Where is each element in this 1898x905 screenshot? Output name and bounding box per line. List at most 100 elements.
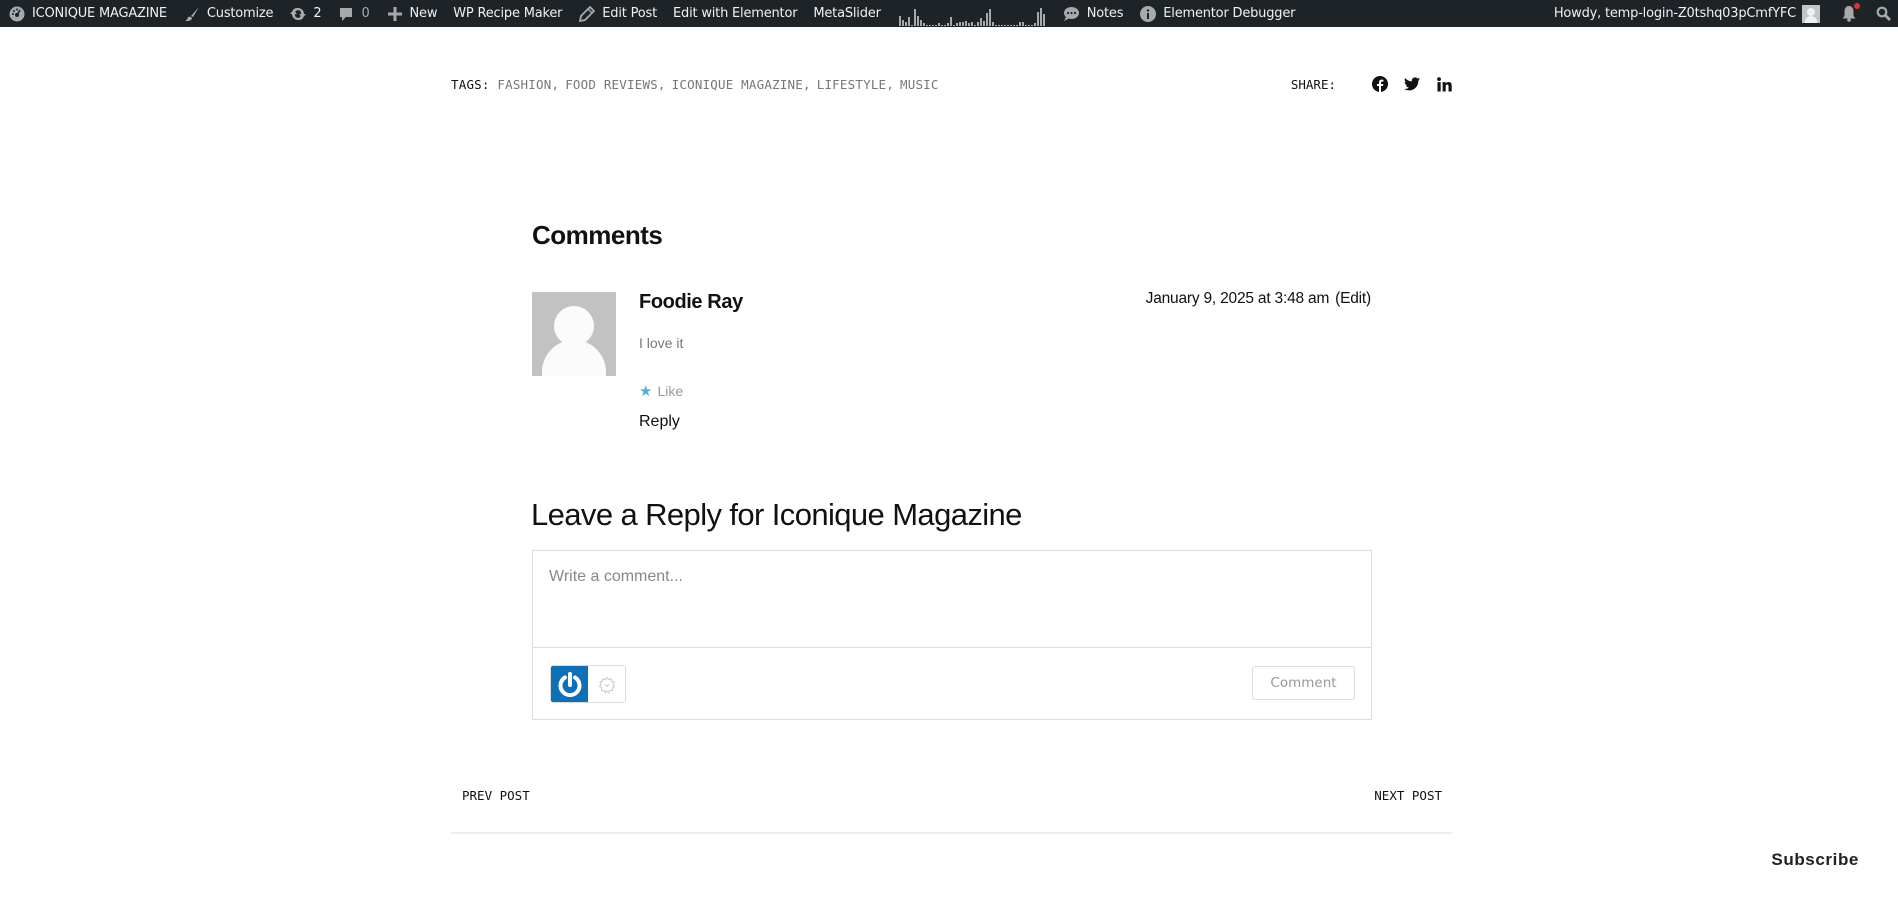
metaslider-label: MetaSlider — [813, 6, 881, 21]
admin-bar-elementor-debugger[interactable]: Elementor Debugger — [1131, 0, 1303, 27]
sparkline-bar — [1021, 21, 1024, 26]
sparkline-bar — [931, 24, 934, 26]
comment-text: I love it — [639, 335, 684, 351]
notes-label: Notes — [1086, 6, 1124, 21]
tag-link[interactable]: FOOD REVIEWS — [565, 77, 658, 92]
plus-icon — [386, 5, 404, 23]
info-icon — [1139, 5, 1157, 23]
tag-link[interactable]: LIFESTYLE — [817, 77, 887, 92]
paintbrush-icon — [183, 5, 201, 23]
settings-button[interactable] — [588, 666, 625, 702]
sparkline-bar — [904, 21, 907, 26]
admin-bar-notes[interactable]: Notes — [1055, 0, 1132, 27]
tag-separator: , — [886, 77, 894, 92]
twitter-icon[interactable] — [1404, 76, 1420, 92]
updates-count: 2 — [313, 6, 322, 21]
tag-link[interactable]: MUSIC — [900, 77, 939, 92]
sparkline-bar — [1024, 24, 1027, 26]
sparkline-bar — [958, 21, 961, 26]
reply-heading: Leave a Reply for Iconique Magazine — [531, 497, 1022, 532]
facebook-icon[interactable] — [1372, 76, 1388, 92]
sparkline-bar — [1042, 13, 1045, 26]
comment-edit-link[interactable]: (Edit) — [1335, 290, 1371, 307]
sparkline-bar — [970, 21, 973, 26]
sparkline-bar — [982, 20, 985, 26]
admin-bar-search[interactable] — [1870, 0, 1898, 27]
admin-bar-comments[interactable]: 0 — [329, 0, 377, 27]
admin-bar-edit-post[interactable]: Edit Post — [570, 0, 665, 27]
wordpress-login-button[interactable] — [551, 666, 588, 702]
sparkline-bar — [949, 16, 952, 26]
admin-bar-notifications[interactable] — [1828, 0, 1870, 27]
sparkline-bar — [1015, 24, 1018, 26]
power-icon — [558, 672, 581, 698]
sparkline-bar — [913, 8, 916, 26]
elementor-debugger-label: Elementor Debugger — [1163, 6, 1296, 21]
linkedin-icon[interactable] — [1436, 76, 1452, 92]
new-label: New — [409, 6, 438, 21]
sparkline-bar — [1012, 24, 1015, 26]
sparkline-bar — [1030, 24, 1033, 26]
howdy-label: Howdy, temp-login-Z0tshq03pCmfYFC — [1553, 6, 1796, 21]
tags-label: TAGS: — [451, 77, 490, 92]
sparkline-bar — [940, 24, 943, 26]
admin-bar-customize[interactable]: Customize — [175, 0, 281, 27]
sparkline-bar — [925, 24, 928, 26]
subscribe-button[interactable]: Subscribe — [1771, 850, 1859, 870]
commenter-avatar — [532, 292, 616, 376]
reply-link[interactable]: Reply — [639, 413, 680, 431]
sparkline-bar — [988, 8, 991, 26]
like-button[interactable]: ★ Like — [639, 382, 683, 400]
admin-bar-new[interactable]: New — [378, 0, 446, 27]
customize-label: Customize — [206, 6, 274, 21]
avatar-body-shape — [542, 340, 606, 376]
sparkline-bar — [898, 15, 901, 26]
share-label: SHARE: — [1290, 76, 1336, 92]
tag-link[interactable]: ICONIQUE MAGAZINE — [672, 77, 803, 92]
notification-dot — [1854, 2, 1860, 9]
tag-link[interactable]: FASHION — [497, 77, 551, 92]
comment-date[interactable]: January 9, 2025 at 3:48 am — [1146, 290, 1330, 307]
comment-meta: January 9, 2025 at 3:48 am (Edit) — [1146, 290, 1372, 308]
bell-icon — [1840, 2, 1860, 23]
admin-bar-wp-recipe-maker[interactable]: WP Recipe Maker — [445, 0, 570, 27]
prev-post-link[interactable]: PREV POST — [462, 788, 530, 803]
admin-bar: ICONIQUE MAGAZINE Customize 2 0 New WP R… — [0, 0, 1898, 27]
comment-form: Comment — [532, 550, 1372, 720]
comment-author[interactable]: Foodie Ray — [639, 291, 743, 314]
post-tags: TAGS: FASHION, FOOD REVIEWS, ICONIQUE MAGA… — [451, 77, 939, 92]
sparkline-bar — [964, 20, 967, 26]
edit-with-elementor-label: Edit with Elementor — [673, 6, 798, 21]
comment-textarea[interactable] — [533, 551, 1371, 648]
search-icon — [1874, 5, 1892, 23]
comment-bubble-icon — [337, 5, 355, 23]
sparkline-bar — [994, 24, 997, 26]
submit-comment-button[interactable]: Comment — [1252, 666, 1355, 700]
sparkline-bar — [991, 21, 994, 26]
sparkline-bar — [979, 17, 982, 26]
admin-bar-updates[interactable]: 2 — [281, 0, 329, 27]
wp-recipe-maker-label: WP Recipe Maker — [453, 6, 563, 21]
sparkline-bar — [901, 19, 904, 26]
admin-bar-metaslider[interactable]: MetaSlider — [805, 0, 888, 27]
tag-separator: , — [803, 77, 811, 92]
comments-heading: Comments — [532, 220, 663, 250]
sparkline-bar — [919, 19, 922, 26]
sparkline-bar — [934, 24, 937, 26]
stats-sparkline[interactable] — [889, 6, 1055, 26]
admin-bar-my-account[interactable]: Howdy, temp-login-Z0tshq03pCmfYFC — [1546, 0, 1828, 27]
admin-bar-site-name[interactable]: ICONIQUE MAGAZINE — [0, 0, 175, 27]
updates-icon — [289, 5, 307, 23]
admin-bar-edit-elementor[interactable]: Edit with Elementor — [665, 0, 805, 27]
sparkline-bar — [916, 15, 919, 26]
dashboard-icon — [8, 5, 26, 23]
sparkline-bar — [952, 24, 955, 26]
sparkline-bar — [1003, 24, 1006, 26]
edit-post-label: Edit Post — [602, 6, 658, 21]
sparkline-bar — [1009, 24, 1012, 26]
next-post-link[interactable]: NEXT POST — [1374, 788, 1442, 803]
sparkline-bar — [946, 22, 949, 26]
comments-count: 0 — [361, 6, 370, 21]
tag-separator: , — [551, 77, 560, 92]
gear-icon — [598, 676, 615, 694]
